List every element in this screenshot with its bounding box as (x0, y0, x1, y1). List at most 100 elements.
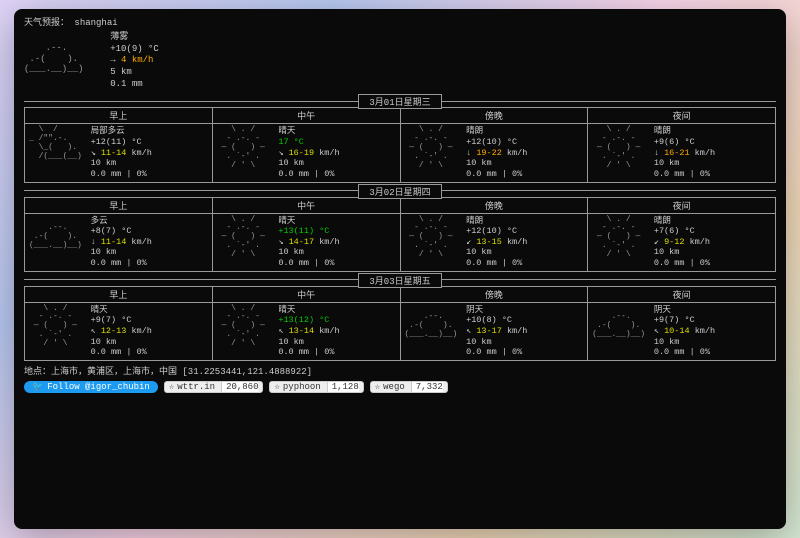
day-header: 3月02日星期四 (24, 184, 776, 197)
temp: +13(12) °C (278, 315, 339, 326)
follow-button[interactable]: 🐦 Follow @igor_chubin (24, 381, 158, 393)
cond: 晴天 (91, 305, 152, 316)
temp: +12(10) °C (466, 226, 527, 237)
prec: 0.0 mm | 0% (654, 258, 710, 269)
cloud-icon: .--. .-( ). (___.__)__) (24, 32, 94, 90)
prec: 0.0 mm | 0% (91, 169, 152, 180)
badge-name: wego (383, 382, 405, 392)
forecast-cell: \ . / - .-. - ― ( ) ― . `-' . / ' \ 晴天+9… (24, 303, 212, 361)
cond: 局部多云 (91, 126, 152, 137)
vis: 10 km (91, 247, 152, 258)
forecast-cell: \ . / - .-. - ― ( ) ― . `-' . / ' \ 晴天+1… (212, 303, 400, 361)
wind: ↖ 13-17 km/h (466, 326, 527, 337)
vis: 10 km (466, 158, 527, 169)
vis: 10 km (278, 337, 339, 348)
prec: 0.0 mm | 0% (278, 347, 339, 358)
forecast-cell: \ . / - .-. - ― ( ) ― . `-' . / ' \ 晴天17… (212, 124, 400, 182)
github-badge[interactable]: ☆pyphoon1,128 (269, 381, 363, 393)
wind: ↙ 9-12 km/h (654, 237, 710, 248)
forecast-cell: \ . / - .-. - ― ( ) ― . `-' . / ' \ 晴天+1… (212, 214, 400, 272)
vis: 10 km (654, 158, 715, 169)
period-label: 早上 (24, 286, 212, 303)
github-badge[interactable]: ☆wego7,332 (370, 381, 448, 393)
temp: +8(7) °C (91, 226, 152, 237)
cell-info: 局部多云+12(11) °C↘ 11-14 km/h10 km0.0 mm | … (91, 126, 152, 179)
cond: 晴天 (278, 126, 339, 137)
prec: 0.0 mm | 0% (278, 169, 339, 180)
star-icon: ☆ (274, 382, 279, 392)
wind: ↖ 12-13 km/h (91, 326, 152, 337)
temp: +12(10) °C (466, 137, 527, 148)
star-icon: ☆ (375, 382, 380, 392)
forecast-cell: \ / _ /"".-. \_( ). /(___(__) 局部多云+12(11… (24, 124, 212, 182)
forecast-cell: \ . / - .-. - ― ( ) ― . `-' . / ' \ 晴朗+7… (587, 214, 776, 272)
cond: 晴朗 (466, 216, 527, 227)
cond: 晴朗 (654, 216, 710, 227)
cell-info: 晴朗+9(6) °C↓ 16-21 km/h10 km0.0 mm | 0% (654, 126, 715, 179)
temp: +10(8) °C (466, 315, 527, 326)
wind: ↘ 11-14 km/h (91, 148, 152, 159)
day-date: 3月01日星期三 (358, 94, 441, 109)
temp: +7(6) °C (654, 226, 710, 237)
cond: 多云 (91, 216, 152, 227)
day-header: 3月03日星期五 (24, 273, 776, 286)
wind: ↘ 16-19 km/h (278, 148, 339, 159)
vis: 10 km (278, 158, 339, 169)
cond: 晴朗 (654, 126, 715, 137)
prec: 0.0 mm | 0% (654, 169, 715, 180)
current-vis: 5 km (110, 67, 159, 79)
prec: 0.0 mm | 0% (91, 347, 152, 358)
weather-icon: \ . / - .-. - ― ( ) ― . `-' . / ' \ (592, 126, 650, 179)
cond: 阴天 (466, 305, 527, 316)
prec: 0.0 mm | 0% (466, 169, 527, 180)
period-label: 中午 (212, 107, 400, 124)
current-wind: 4 km/h (121, 55, 153, 65)
cell-info: 晴天+13(12) °C↖ 13-14 km/h10 km0.0 mm | 0% (278, 305, 339, 358)
vis: 10 km (654, 337, 715, 348)
forecast-cell: \ . / - .-. - ― ( ) ― . `-' . / ' \ 晴朗+1… (400, 124, 588, 182)
forecast-cell: \ . / - .-. - ― ( ) ― . `-' . / ' \ 晴朗+1… (400, 214, 588, 272)
wind: ↓ 19-22 km/h (466, 148, 527, 159)
cell-info: 晴朗+12(10) °C↓ 19-22 km/h10 km0.0 mm | 0% (466, 126, 527, 179)
period-label: 夜间 (587, 197, 776, 214)
cond: 晴天 (278, 216, 339, 227)
cond: 阴天 (654, 305, 715, 316)
wind: ↘ 14-17 km/h (278, 237, 339, 248)
current-cond: 薄雾 (110, 32, 159, 44)
temp: +9(6) °C (654, 137, 715, 148)
wind: ↙ 13-15 km/h (466, 237, 527, 248)
prec: 0.0 mm | 0% (278, 258, 339, 269)
weather-icon: \ . / - .-. - ― ( ) ― . `-' . / ' \ (592, 216, 650, 269)
github-badge[interactable]: ☆wttr.in20,860 (164, 381, 264, 393)
footer-row: 🐦 Follow @igor_chubin ☆wttr.in20,860 ☆ pyp… (24, 381, 776, 393)
temp: +13(11) °C (278, 226, 339, 237)
vis: 10 km (654, 247, 710, 258)
weather-icon: \ . / - .-. - ― ( ) ― . `-' . / ' \ (405, 216, 463, 269)
weather-icon: \ . / - .-. - ― ( ) ― . `-' . / ' \ (217, 126, 275, 179)
cell-info: 晴天+13(11) °C↘ 14-17 km/h10 km0.0 mm | 0% (278, 216, 339, 269)
wind: ↖ 13-14 km/h (278, 326, 339, 337)
forecast-cell: .--. .-( ). (___.__)__)多云+8(7) °C↓ 11-14… (24, 214, 212, 272)
vis: 10 km (91, 158, 152, 169)
cell-info: 多云+8(7) °C↓ 11-14 km/h10 km0.0 mm | 0% (91, 216, 152, 269)
day-header: 3月01日星期三 (24, 94, 776, 107)
forecast-cell: .--. .-( ). (___.__)__)阴天+9(7) °C↖ 10-14… (587, 303, 776, 361)
badge-name: pyphoon (283, 382, 321, 392)
day-date: 3月02日星期四 (358, 184, 441, 199)
vis: 10 km (466, 247, 527, 258)
cond: 晴朗 (466, 126, 527, 137)
period-label: 傍晚 (400, 107, 588, 124)
weather-icon: .--. .-( ). (___.__)__) (29, 216, 87, 269)
wind: ↓ 11-14 km/h (91, 237, 152, 248)
forecast-cell: \ . / - .-. - ― ( ) ― . `-' . / ' \ 晴朗+9… (587, 124, 776, 182)
current-prec: 0.1 mm (110, 79, 159, 91)
header-line: 天气预报： shanghai (24, 15, 776, 28)
current-weather: .--. .-( ). (___.__)__) 薄雾 +10(9) °C → 4… (24, 32, 776, 90)
period-label: 傍晚 (400, 197, 588, 214)
cell-info: 晴天17 °C↘ 16-19 km/h10 km0.0 mm | 0% (278, 126, 339, 179)
period-label: 夜间 (587, 107, 776, 124)
period-label: 早上 (24, 107, 212, 124)
temp: +9(7) °C (654, 315, 715, 326)
period-label: 傍晚 (400, 286, 588, 303)
prec: 0.0 mm | 0% (466, 258, 527, 269)
